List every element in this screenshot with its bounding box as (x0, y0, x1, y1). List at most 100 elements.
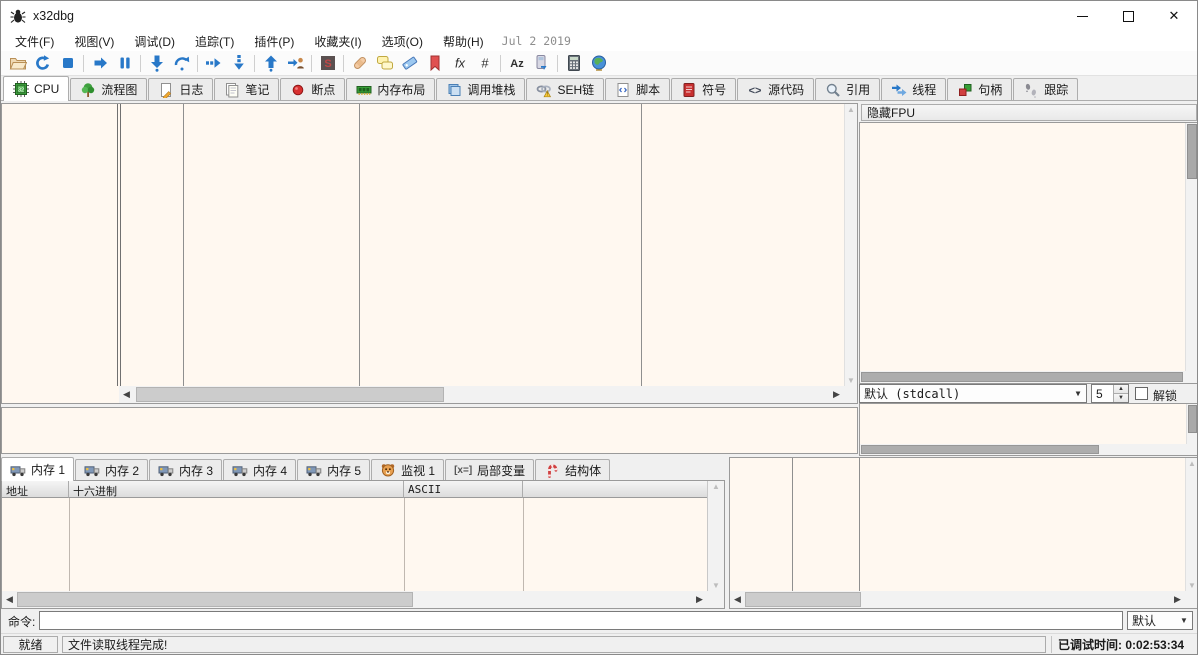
scroll-down-icon[interactable]: ▼ (1188, 580, 1196, 591)
tab-dump-5[interactable]: 内存 5 (297, 459, 370, 480)
trace-into-button[interactable] (201, 52, 226, 75)
pause-button[interactable] (112, 52, 137, 75)
bookmarks-button[interactable] (422, 52, 447, 75)
close-button[interactable]: ✕ (1151, 1, 1197, 31)
menu-trace[interactable]: 追踪(T) (185, 31, 244, 52)
tab-locals[interactable]: [x=] 局部变量 (445, 459, 534, 480)
scroll-left-icon[interactable]: ◀ (730, 594, 745, 605)
tab-dump-2[interactable]: 内存 2 (75, 459, 148, 480)
spin-down-icon[interactable]: ▼ (1114, 394, 1128, 402)
disassembly-pane[interactable]: ▲ ▼ ◀ ▶ (1, 103, 858, 404)
command-profile-select[interactable]: 默认 ▼ (1127, 611, 1193, 630)
comments-button[interactable] (372, 52, 397, 75)
scroll-up-icon[interactable]: ▲ (1188, 458, 1196, 469)
command-input[interactable] (39, 611, 1123, 630)
unlock-checkbox[interactable] (1135, 387, 1148, 400)
patches-button[interactable] (347, 52, 372, 75)
settings-button[interactable] (586, 52, 611, 75)
minimize-button[interactable] (1059, 1, 1105, 31)
menu-plugins[interactable]: 插件(P) (244, 31, 304, 52)
tab-notes[interactable]: 笔记 (214, 78, 279, 100)
stack-vscrollbar[interactable]: ▲ ▼ (1185, 458, 1198, 591)
tab-graph[interactable]: 流程图 (70, 78, 147, 100)
tab-handles[interactable]: 句柄 (947, 78, 1012, 100)
column-header-address[interactable]: 地址 (2, 481, 69, 498)
argument-count-stepper[interactable]: 5 ▲▼ (1091, 384, 1129, 403)
step-into-button[interactable] (144, 52, 169, 75)
menu-view[interactable]: 视图(V) (64, 31, 124, 52)
scrollbar-thumb[interactable] (17, 592, 413, 607)
column-header-hex[interactable]: 十六进制 (69, 481, 404, 498)
tab-dump-1[interactable]: 内存 1 (1, 457, 74, 481)
tab-call-stack[interactable]: 调用堆栈 (436, 78, 525, 100)
tab-struct[interactable]: 结构体 (535, 459, 610, 480)
close-debuggee-button[interactable] (55, 52, 80, 75)
run-button[interactable] (87, 52, 112, 75)
tab-threads[interactable]: 线程 (881, 78, 946, 100)
tab-dump-4[interactable]: 内存 4 (223, 459, 296, 480)
tab-log[interactable]: 日志 (148, 78, 213, 100)
scroll-down-icon[interactable]: ▼ (712, 580, 720, 591)
scroll-right-icon[interactable]: ▶ (692, 594, 707, 605)
column-header-ascii[interactable]: ASCII (404, 481, 523, 498)
menu-debug[interactable]: 调试(D) (124, 31, 185, 52)
spin-up-icon[interactable]: ▲ (1114, 385, 1128, 394)
arguments-vscrollbar[interactable] (1186, 404, 1198, 444)
registers-pane[interactable] (859, 122, 1198, 384)
menu-options[interactable]: 选项(O) (372, 31, 433, 52)
menu-favourites[interactable]: 收藏夹(I) (304, 31, 371, 52)
registers-hscrollbar[interactable] (860, 371, 1185, 383)
calling-convention-select[interactable]: 默认 (stdcall) ▼ (859, 384, 1087, 403)
scroll-up-icon[interactable]: ▲ (712, 481, 720, 492)
scroll-right-icon[interactable]: ▶ (1170, 594, 1185, 605)
registers-vscrollbar[interactable] (1185, 123, 1198, 371)
disassembly-vscrollbar[interactable]: ▲ ▼ (844, 104, 857, 386)
tab-seh[interactable]: ! SEH链 (526, 78, 604, 100)
step-over-button[interactable] (169, 52, 194, 75)
run-until-return-button[interactable] (258, 52, 283, 75)
trace-over-button[interactable] (226, 52, 251, 75)
modules-button[interactable] (529, 52, 554, 75)
maximize-button[interactable] (1105, 1, 1151, 31)
tab-dump-3[interactable]: 内存 3 (149, 459, 222, 480)
scrollbar-thumb[interactable] (861, 372, 1183, 382)
tab-memory-map[interactable]: 内存布局 (346, 78, 435, 100)
scrollbar-thumb[interactable] (136, 387, 444, 402)
restart-button[interactable] (30, 52, 55, 75)
scroll-up-icon[interactable]: ▲ (847, 104, 855, 115)
arguments-pane[interactable] (859, 403, 1198, 456)
memory-dump-pane[interactable]: 地址 十六进制 ASCII ▲ ▼ ◀ ▶ (1, 480, 725, 609)
tab-script[interactable]: 脚本 (605, 78, 670, 100)
scroll-down-icon[interactable]: ▼ (847, 375, 855, 386)
tab-references[interactable]: 引用 (815, 78, 880, 100)
dump-vscrollbar[interactable]: ▲ ▼ (707, 481, 724, 591)
menu-help[interactable]: 帮助(H) (433, 31, 494, 52)
arguments-hscrollbar[interactable] (860, 444, 1186, 455)
tab-symbols[interactable]: 符号 (671, 78, 736, 100)
info-pane[interactable] (1, 407, 858, 454)
labels-button[interactable] (397, 52, 422, 75)
disassembly-hscrollbar[interactable]: ◀ ▶ (119, 386, 844, 403)
control-flow-button[interactable]: # (472, 52, 497, 75)
open-file-button[interactable] (5, 52, 30, 75)
stack-pane[interactable]: ▲ ▼ ◀ ▶ (729, 457, 1198, 609)
source-button[interactable]: S (315, 52, 340, 75)
scrollbar-thumb[interactable] (1187, 124, 1197, 179)
tab-breakpoints[interactable]: 断点 (280, 78, 345, 100)
scroll-left-icon[interactable]: ◀ (2, 594, 17, 605)
tab-cpu[interactable]: 32 CPU (3, 76, 69, 101)
calculator-button[interactable] (561, 52, 586, 75)
tab-source[interactable]: <> 源代码 (737, 78, 814, 100)
tab-trace[interactable]: 跟踪 (1013, 78, 1078, 100)
scrollbar-thumb[interactable] (861, 445, 1099, 454)
functions-button[interactable]: fx (447, 52, 472, 75)
hide-fpu-button[interactable]: 隐藏FPU (861, 104, 1197, 121)
scrollbar-thumb[interactable] (745, 592, 861, 607)
scroll-right-icon[interactable]: ▶ (829, 389, 844, 400)
menu-file[interactable]: 文件(F) (5, 31, 64, 52)
scroll-left-icon[interactable]: ◀ (119, 389, 134, 400)
tab-watch-1[interactable]: 监视 1 (371, 459, 444, 480)
strings-button[interactable]: Az (504, 52, 529, 75)
scrollbar-thumb[interactable] (1188, 405, 1197, 433)
dump-hscrollbar[interactable]: ◀ ▶ (2, 591, 707, 608)
